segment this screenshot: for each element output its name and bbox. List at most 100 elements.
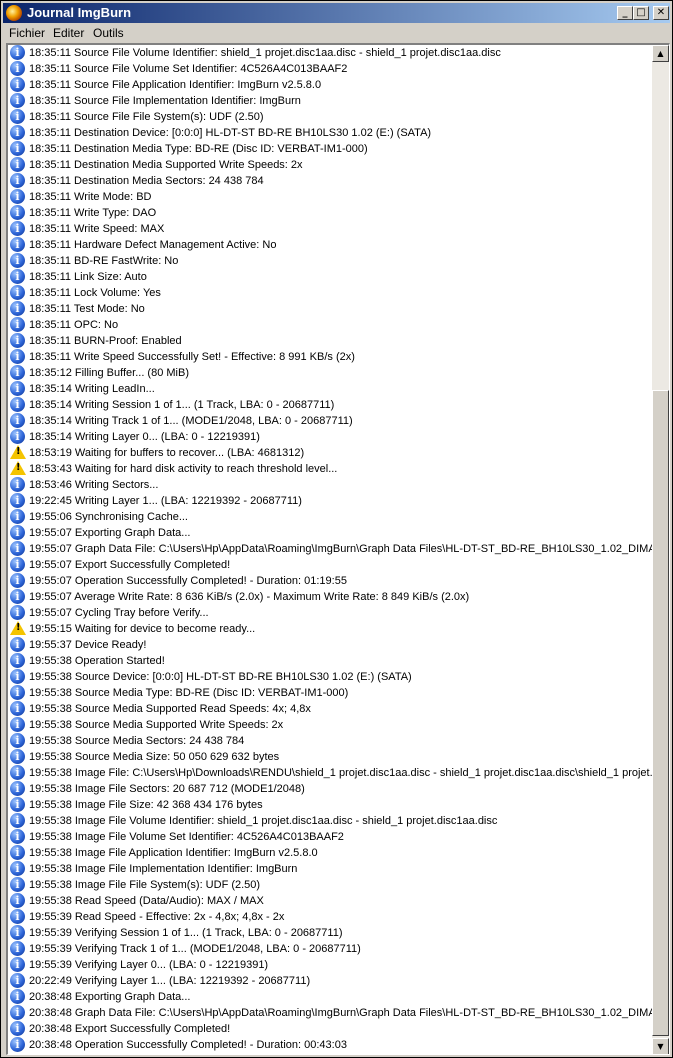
log-entry[interactable]: i 19:55:38 Source Media Sectors: 24 438 7… <box>9 733 653 749</box>
log-entry[interactable]: i 19:55:38 Image File Sectors: 20 687 712… <box>9 781 653 797</box>
log-entry[interactable]: i 19:55:38 Image File Volume Set Identifi… <box>9 829 653 845</box>
log-message: 18:35:11 Source File Volume Set Identifi… <box>29 63 348 75</box>
log-entry[interactable]: i 19:55:07 Graph Data File: C:\Users\Hp\A… <box>9 541 653 557</box>
log-entry[interactable]: i 19:55:38 Image File Volume Identifier: … <box>9 813 653 829</box>
log-entry[interactable]: i 20:38:48 Export Successfully Completed! <box>9 1021 653 1037</box>
vertical-scrollbar[interactable]: ▲ ▼ <box>652 45 669 1054</box>
log-entry[interactable]: i 19:55:38 Image File: C:\Users\Hp\Downlo… <box>9 765 653 781</box>
log-entry[interactable]: i 20:38:48 Operation Successfully Complet… <box>9 1037 653 1053</box>
log-message: 18:35:11 Hardware Defect Management Acti… <box>29 239 277 251</box>
scroll-thumb[interactable] <box>652 390 669 1036</box>
log-entry[interactable]: i 19:55:37 Device Ready! <box>9 637 653 653</box>
log-entry[interactable]: i 19:55:38 Image File Size: 42 368 434 17… <box>9 797 653 813</box>
info-icon: i <box>10 925 25 940</box>
log-entry[interactable]: i 19:55:38 Read Speed (Data/Audio): MAX /… <box>9 893 653 909</box>
log-entry[interactable]: i 18:35:11 Write Speed: MAX <box>9 221 653 237</box>
log-entry[interactable]: i 19:55:39 Verifying Track 1 of 1... (MOD… <box>9 941 653 957</box>
info-icon: i <box>10 189 25 204</box>
info-icon: i <box>10 493 25 508</box>
log-entry[interactable]: i 18:35:11 Source File Volume Identifier:… <box>9 45 653 61</box>
warning-icon: ! <box>10 461 26 475</box>
log-entry[interactable]: i 20:38:48 Exporting Graph Data... <box>9 989 653 1005</box>
log-entry[interactable]: i 18:35:12 Filling Buffer... (80 MiB) <box>9 365 653 381</box>
log-entry[interactable]: i 18:35:11 OPC: No <box>9 317 653 333</box>
log-entry[interactable]: i 18:35:11 Source File Implementation Ide… <box>9 93 653 109</box>
log-entry[interactable]: i 19:55:38 Image File Implementation Iden… <box>9 861 653 877</box>
log-entry[interactable]: i 18:35:11 Destination Media Type: BD-RE … <box>9 141 653 157</box>
log-message: 18:35:11 Write Type: DAO <box>29 207 157 219</box>
log-message: 18:35:11 Write Speed Successfully Set! -… <box>29 351 355 363</box>
log-entry[interactable]: i 18:35:11 BD-RE FastWrite: No <box>9 253 653 269</box>
log-message: 19:55:38 Image File: C:\Users\Hp\Downloa… <box>29 767 653 779</box>
log-entry[interactable]: i 18:35:14 Writing Layer 0... (LBA: 0 - 1… <box>9 429 653 445</box>
info-icon: i <box>10 285 25 300</box>
log-entry[interactable]: i 19:55:07 Operation Successfully Complet… <box>9 573 653 589</box>
log-entry[interactable]: i 19:55:38 Source Media Type: BD-RE (Disc… <box>9 685 653 701</box>
log-entry[interactable]: i 19:55:38 Source Media Supported Write S… <box>9 717 653 733</box>
log-entry[interactable]: i 19:55:39 Verifying Layer 0... (LBA: 0 -… <box>9 957 653 973</box>
log-entry[interactable]: i 19:55:07 Cycling Tray before Verify... <box>9 605 653 621</box>
menu-fichier[interactable]: Fichier <box>9 25 45 41</box>
log-entry[interactable]: i 19:55:38 Image File File System(s): UDF… <box>9 877 653 893</box>
log-entry[interactable]: i 20:38:48 Graph Data File: C:\Users\Hp\A… <box>9 1005 653 1021</box>
log-entry[interactable]: i 18:35:14 Writing LeadIn... <box>9 381 653 397</box>
log-entry[interactable]: i 19:55:07 Exporting Graph Data... <box>9 525 653 541</box>
log-entry[interactable]: i 18:35:11 Source File Application Identi… <box>9 77 653 93</box>
log-entry[interactable]: i 18:35:11 Hardware Defect Management Act… <box>9 237 653 253</box>
log-entry[interactable]: i 19:55:07 Average Write Rate: 8 636 KiB/… <box>9 589 653 605</box>
scroll-down-button[interactable]: ▼ <box>652 1038 669 1054</box>
log-message: 20:38:48 Operation Successfully Complete… <box>29 1039 347 1051</box>
close-button[interactable]: ✕ <box>653 6 669 20</box>
log-entry[interactable]: i 19:55:38 Operation Started! <box>9 653 653 669</box>
minimize-button[interactable]: _ <box>617 6 633 20</box>
log-entry[interactable]: i 18:35:14 Writing Session 1 of 1... (1 T… <box>9 397 653 413</box>
log-entry[interactable]: i 19:55:38 Source Media Supported Read Sp… <box>9 701 653 717</box>
info-icon: i <box>10 413 25 428</box>
log-entry[interactable]: i 19:55:38 Source Device: [0:0:0] HL-DT-S… <box>9 669 653 685</box>
log-entry[interactable]: i 18:35:11 Write Mode: BD <box>9 189 653 205</box>
scroll-up-button[interactable]: ▲ <box>652 45 669 62</box>
info-icon: i <box>10 589 25 604</box>
log-entry[interactable]: i 19:55:07 Export Successfully Completed! <box>9 557 653 573</box>
log-entry[interactable]: ! 18:53:43 Waiting for hard disk activity… <box>9 461 653 477</box>
log-entry[interactable]: i 18:35:11 Destination Media Supported Wr… <box>9 157 653 173</box>
log-entry[interactable]: i 18:35:11 Test Mode: No <box>9 301 653 317</box>
log-entry[interactable]: i 19:22:45 Writing Layer 1... (LBA: 12219… <box>9 493 653 509</box>
log-entry[interactable]: i 19:55:06 Synchronising Cache... <box>9 509 653 525</box>
log-entry[interactable]: ! 18:53:19 Waiting for buffers to recover… <box>9 445 653 461</box>
log-entry[interactable]: i 18:35:11 BURN-Proof: Enabled <box>9 333 653 349</box>
log-entry[interactable]: i 18:53:46 Writing Sectors... <box>9 477 653 493</box>
log-entry[interactable]: i 18:35:11 Source File Volume Set Identif… <box>9 61 653 77</box>
imgburn-app-icon[interactable] <box>6 5 22 21</box>
log-entry[interactable]: i 18:35:14 Writing Track 1 of 1... (MODE1… <box>9 413 653 429</box>
menu-outils[interactable]: Outils <box>93 25 124 41</box>
log-entry[interactable]: i 19:55:39 Read Speed - Effective: 2x - 4… <box>9 909 653 925</box>
info-icon: i <box>10 989 25 1004</box>
log-entry[interactable]: i 18:35:11 Link Size: Auto <box>9 269 653 285</box>
log-entry[interactable]: i 18:35:11 Source File File System(s): UD… <box>9 109 653 125</box>
log-entry[interactable]: i 18:35:11 Lock Volume: Yes <box>9 285 653 301</box>
log-panel[interactable]: i 18:35:11 Source File Volume Identifier:… <box>6 43 670 1055</box>
info-icon: i <box>10 173 25 188</box>
log-entry[interactable]: i 18:35:11 Write Speed Successfully Set! … <box>9 349 653 365</box>
title-bar[interactable]: Journal ImgBurn _ □ ✕ <box>3 3 670 23</box>
log-list[interactable]: i 18:35:11 Source File Volume Identifier:… <box>9 45 653 1054</box>
log-message: 18:53:46 Writing Sectors... <box>29 479 159 491</box>
info-icon: i <box>10 781 25 796</box>
log-message: 18:35:11 Lock Volume: Yes <box>29 287 161 299</box>
log-entry[interactable]: i 20:22:49 Verifying Layer 1... (LBA: 122… <box>9 973 653 989</box>
log-message: 19:55:07 Operation Successfully Complete… <box>29 575 347 587</box>
log-entry[interactable]: i 19:55:38 Image File Application Identif… <box>9 845 653 861</box>
log-entry[interactable]: i 18:35:11 Destination Media Sectors: 24 … <box>9 173 653 189</box>
menu-editer[interactable]: Editer <box>53 25 84 41</box>
log-entry[interactable]: i 19:55:39 Verifying Session 1 of 1... (1… <box>9 925 653 941</box>
log-entry[interactable]: i 19:55:38 Source Media Size: 50 050 629 … <box>9 749 653 765</box>
log-entry[interactable]: i 18:35:11 Destination Device: [0:0:0] HL… <box>9 125 653 141</box>
log-entry[interactable]: i 18:35:11 Write Type: DAO <box>9 205 653 221</box>
info-icon: i <box>10 365 25 380</box>
log-entry[interactable]: ! 19:55:15 Waiting for device to become r… <box>9 621 653 637</box>
info-icon: i <box>10 381 25 396</box>
info-icon: i <box>10 877 25 892</box>
maximize-button[interactable]: □ <box>633 6 649 20</box>
info-icon: i <box>10 237 25 252</box>
